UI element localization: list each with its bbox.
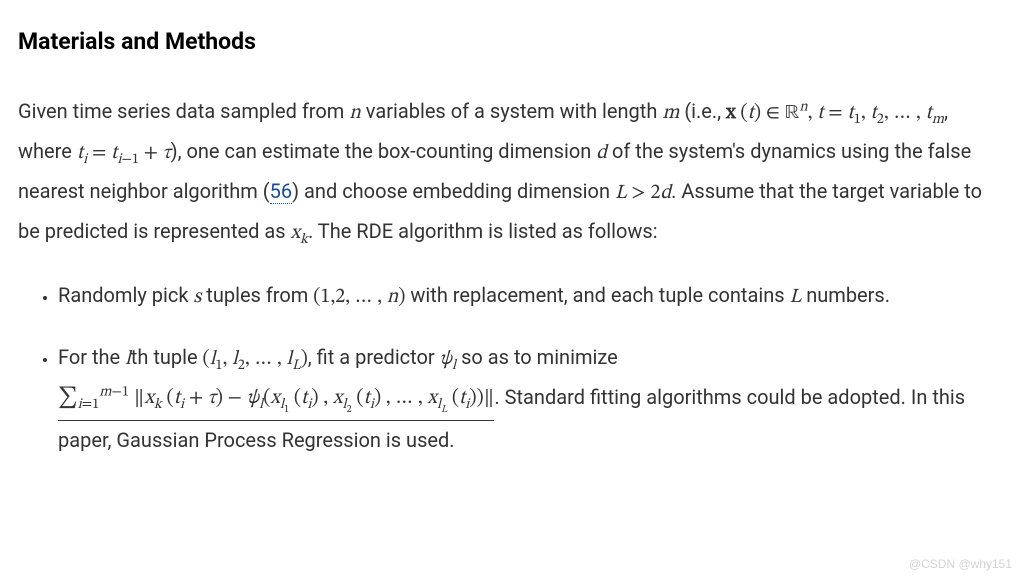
eq-state-space: x (t) ∈ ℝn, t = t1, t2, … , tm — [726, 103, 944, 123]
var-n: n — [349, 103, 361, 123]
var-d: d — [596, 143, 607, 163]
list-item: Randomly pick s tuples from (1,2, … , n)… — [58, 276, 1004, 316]
eq-objective: ∑i=1m−1 ∥xk (ti + τ) − ψl(xl1 (ti) , xl2… — [58, 389, 494, 409]
var-L: L — [790, 287, 802, 307]
eq-tuple: (l1, l2, … , lL) — [203, 349, 308, 369]
watermark: @CSDN @why151 — [909, 553, 1012, 576]
var-xk: xk — [291, 223, 308, 243]
citation-link[interactable]: 56 — [270, 179, 292, 204]
eq-time-step: ti = ti−1 + τ — [77, 143, 171, 163]
eq-embed-dim: L > 2d — [615, 183, 671, 203]
var-m: m — [662, 103, 679, 123]
eq-tuple-range: (1,2, … , n) — [313, 287, 405, 307]
intro-paragraph: Given time series data sampled from n va… — [18, 92, 1004, 252]
var-psi: ψl — [440, 349, 456, 369]
section-heading: Materials and Methods — [18, 20, 1004, 64]
algorithm-list: Randomly pick s tuples from (1,2, … , n)… — [18, 276, 1004, 459]
list-item: For the lth tuple (l1, l2, … , lL), fit … — [58, 338, 1004, 459]
